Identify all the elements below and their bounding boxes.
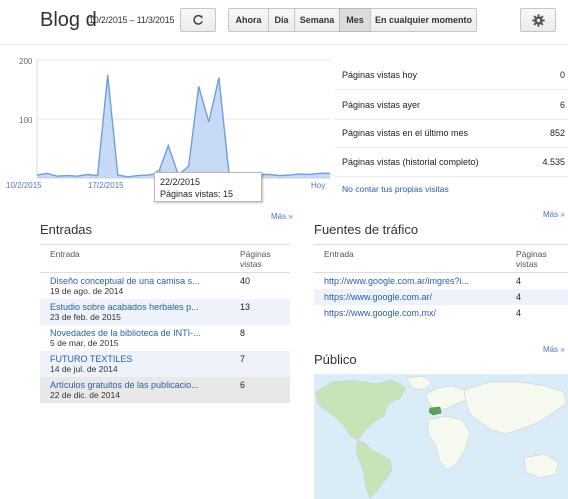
stat-label: Páginas vistas (historial completo) bbox=[342, 156, 479, 167]
post-views: 40 bbox=[240, 276, 251, 286]
col-entry-header: Entrada bbox=[40, 244, 230, 273]
publico-more-link[interactable]: Más » bbox=[543, 345, 565, 354]
post-link[interactable]: Estudio sobre acabados herbales p... bbox=[50, 302, 226, 312]
post-views: 6 bbox=[230, 377, 290, 403]
x-tick-start: 10/2/2015 bbox=[6, 181, 42, 190]
table-row: https://www.google.com.mx/ 4 bbox=[314, 305, 568, 321]
stat-value: 6 bbox=[559, 99, 565, 110]
stat-value: 4.535 bbox=[542, 156, 565, 167]
col-views-label-2: vistas bbox=[516, 259, 538, 269]
settings-button[interactable] bbox=[520, 8, 556, 32]
stat-label: Páginas vistas hoy bbox=[342, 69, 418, 80]
table-header-row: Entrada Páginas vistas bbox=[40, 244, 290, 273]
fuentes-more-link[interactable]: Más » bbox=[543, 210, 565, 219]
pageviews-chart[interactable] bbox=[0, 0, 330, 200]
post-views: 13 bbox=[230, 299, 290, 325]
chart-tooltip: 22/2/2015 Páginas vistas: 15 bbox=[154, 172, 262, 202]
table-row: Estudio sobre acabados herbales p... 23 d… bbox=[40, 299, 290, 325]
post-date: 19 de ago. de 2014 bbox=[50, 286, 124, 296]
table-row: Diseño conceptual de una camisa s... 19 d… bbox=[40, 273, 290, 300]
post-link[interactable]: Artículos gratuitos de las publicacio... bbox=[50, 380, 226, 390]
stat-label: Páginas vistas en el último mes bbox=[342, 127, 469, 138]
exclude-own-visits-link[interactable]: No contar tus propias visitas bbox=[342, 184, 449, 194]
stat-row-today: Páginas vistas hoy 0 bbox=[335, 60, 568, 90]
table-row: Novedades de la biblioteca de INTI-... 5 … bbox=[40, 325, 290, 351]
source-link[interactable]: https://www.google.com.ar/ bbox=[324, 292, 502, 302]
table-row: https://www.google.com.ar/ 4 bbox=[314, 289, 568, 305]
post-link[interactable]: Diseño conceptual de una camisa s... bbox=[50, 276, 226, 286]
post-date: 22 de dic. de 2014 bbox=[50, 390, 120, 400]
post-link[interactable]: Novedades de la biblioteca de INTI-... bbox=[50, 328, 226, 338]
table-row: FUTURO TEXTILES 14 de jul. de 2014 7 bbox=[40, 351, 290, 377]
world-map[interactable] bbox=[314, 374, 568, 499]
range-all-time-button[interactable]: En cualquier momento bbox=[370, 8, 477, 32]
gear-icon bbox=[531, 13, 545, 27]
table-row: http://www.google.com.ar/imgres?i... 4 bbox=[314, 273, 568, 290]
tooltip-value: Páginas vistas: 15 bbox=[160, 189, 234, 199]
source-views: 4 bbox=[506, 289, 568, 305]
tooltip-date: 22/2/2015 bbox=[160, 177, 201, 187]
entradas-more-link[interactable]: Más » bbox=[271, 212, 293, 221]
post-views: 8 bbox=[240, 328, 246, 338]
stat-value: 852 bbox=[549, 127, 565, 138]
col-views-header: Páginas vistas bbox=[230, 244, 290, 273]
stat-row-last-month: Páginas vistas en el último mes 852 bbox=[335, 118, 568, 148]
stat-label: Páginas vistas ayer bbox=[342, 99, 421, 110]
col-views-label-2: vistas bbox=[240, 259, 262, 269]
source-views: 4 bbox=[516, 276, 522, 286]
source-link[interactable]: http://www.google.com.ar/imgres?i... bbox=[324, 276, 502, 286]
x-tick-mid: 17/2/2015 bbox=[88, 181, 124, 190]
post-views: 7 bbox=[230, 351, 290, 377]
entradas-title: Entradas bbox=[40, 222, 93, 237]
post-link[interactable]: FUTURO TEXTILES bbox=[50, 354, 226, 364]
source-views: 4 bbox=[516, 308, 522, 318]
x-tick-end: Hoy bbox=[311, 181, 326, 190]
col-views-label-1: Páginas bbox=[240, 249, 271, 259]
table-header-row: Entrada Páginas vistas bbox=[314, 244, 568, 273]
pageviews-area bbox=[37, 74, 330, 178]
post-date: 14 de jul. de 2014 bbox=[50, 364, 118, 374]
col-entry-header: Entrada bbox=[314, 244, 506, 273]
entradas-table: Entrada Páginas vistas Diseño conceptual … bbox=[40, 244, 290, 403]
stat-row-all-time: Páginas vistas (historial completo) 4.53… bbox=[335, 147, 568, 177]
col-views-header: Páginas vistas bbox=[506, 244, 568, 273]
stat-value: 0 bbox=[559, 69, 565, 80]
fuentes-title: Fuentes de tráfico bbox=[314, 222, 419, 237]
pageviews-line bbox=[36, 74, 330, 178]
col-views-label-1: Páginas bbox=[516, 249, 547, 259]
range-month-button[interactable]: Mes bbox=[339, 8, 371, 32]
stat-row-yesterday: Páginas vistas ayer 6 bbox=[335, 90, 568, 120]
publico-title: Público bbox=[314, 352, 357, 367]
post-date: 5 de mar. de 2015 bbox=[50, 338, 119, 348]
source-link[interactable]: https://www.google.com.mx/ bbox=[324, 308, 502, 318]
fuentes-table: Entrada Páginas vistas http://www.google.… bbox=[314, 244, 568, 321]
post-date: 23 de feb. de 2015 bbox=[50, 312, 121, 322]
table-row: Artículos gratuitos de las publicacio...… bbox=[40, 377, 290, 403]
